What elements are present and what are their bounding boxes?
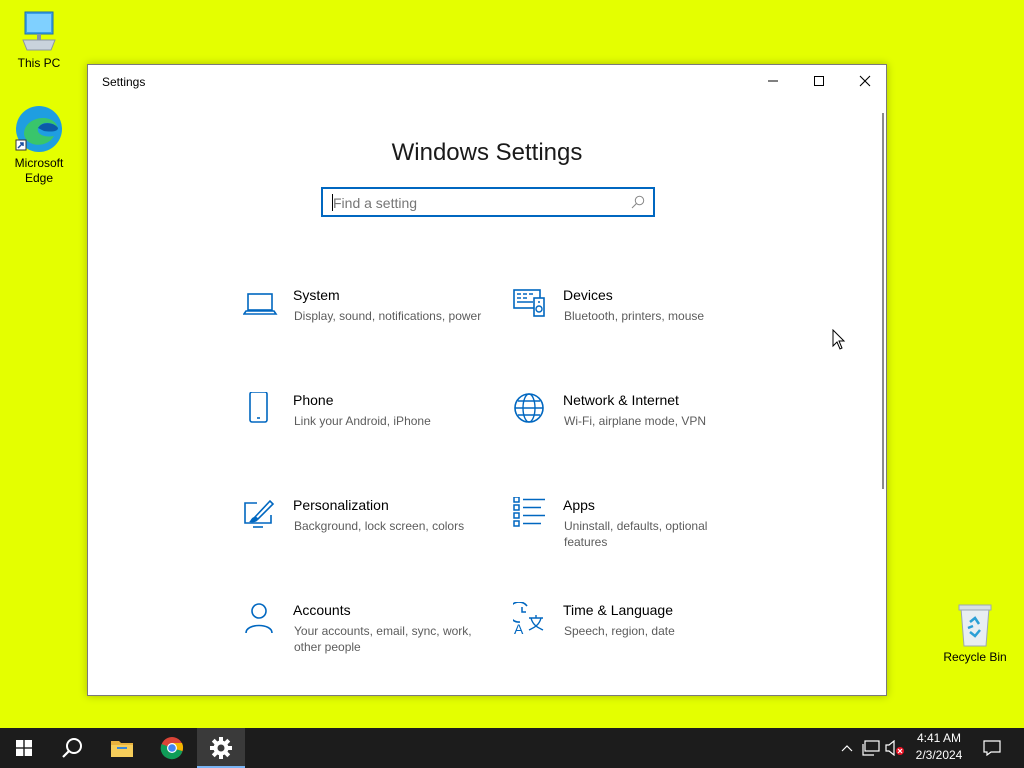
svg-text:A: A [514, 621, 524, 637]
minimize-icon [768, 80, 778, 82]
phone-icon [249, 392, 268, 423]
title-bar[interactable]: Settings [88, 65, 886, 99]
tile-title: Phone [293, 392, 334, 408]
person-icon [245, 603, 273, 634]
search-input[interactable] [331, 193, 625, 213]
clock-time: 4:41 AM [916, 731, 962, 745]
tile-description: Your accounts, email, sync, work, other … [294, 624, 472, 654]
tray-network-button[interactable] [860, 728, 882, 768]
tile-apps[interactable]: Apps Uninstall, defaults, optional featu… [513, 497, 753, 567]
paint-icon [244, 499, 275, 528]
chevron-up-icon [841, 745, 853, 752]
notification-icon [983, 740, 1001, 756]
close-icon [859, 75, 871, 87]
tile-accounts[interactable]: Accounts Your accounts, email, sync, wor… [243, 602, 483, 672]
window-title: Settings [102, 75, 146, 89]
tile-title: Apps [563, 497, 595, 513]
network-wired-icon [862, 740, 880, 756]
tile-description: Background, lock screen, colors [294, 519, 465, 533]
apps-list-icon [513, 497, 545, 527]
text-caret [332, 194, 333, 211]
tray-overflow-button[interactable] [838, 728, 856, 768]
globe-icon [514, 393, 544, 423]
page-title: Windows Settings [391, 139, 583, 167]
taskbar-file-explorer[interactable] [98, 728, 146, 768]
tile-title: System [293, 287, 340, 303]
tile-title: Time & Language [563, 602, 673, 618]
tile-title: Devices [563, 287, 613, 303]
tile-description: Link your Android, iPhone [294, 414, 431, 428]
desktop-icon-label: Microsoft Edge [14, 156, 64, 185]
desktop-icon-edge[interactable]: Microsoft Edge [4, 104, 74, 186]
start-button[interactable] [0, 728, 48, 768]
search-icon [631, 195, 645, 209]
taskbar-search-button[interactable] [48, 728, 96, 768]
file-explorer-icon [111, 741, 133, 757]
tile-devices[interactable]: Devices Bluetooth, printers, mouse [513, 287, 753, 357]
clock-date: 2/3/2024 [915, 748, 963, 762]
edge-icon [15, 106, 62, 152]
settings-gear-icon [210, 737, 232, 759]
recycle-bin-icon [958, 604, 992, 647]
taskbar-settings[interactable] [197, 728, 245, 768]
tile-network[interactable]: Network & Internet Wi-Fi, airplane mode,… [513, 392, 753, 462]
tile-description: Display, sound, notifications, power [294, 309, 482, 323]
desktop-icon-recycle-bin[interactable]: Recycle Bin [940, 602, 1010, 665]
laptop-icon [243, 293, 278, 315]
this-pc-icon [22, 11, 56, 51]
close-button[interactable] [842, 65, 888, 97]
desktop-icon-label: Recycle Bin [943, 650, 1007, 664]
action-center-button[interactable] [976, 728, 1008, 768]
mouse-cursor-icon [832, 329, 846, 350]
taskbar-chrome[interactable] [148, 728, 196, 768]
tile-description: Wi-Fi, airplane mode, VPN [564, 414, 707, 428]
tile-description: Uninstall, defaults, optional features [564, 519, 708, 549]
tile-personalization[interactable]: Personalization Background, lock screen,… [243, 497, 483, 567]
search-icon [62, 738, 82, 758]
tray-volume-button[interactable] [884, 728, 906, 768]
maximize-icon [814, 76, 824, 86]
desktop-icon-label: This PC [17, 56, 61, 70]
settings-window: Settings Windows Settings System Display… [87, 64, 887, 696]
start-icon [16, 740, 32, 756]
tile-phone[interactable]: Phone Link your Android, iPhone [243, 392, 483, 462]
search-box[interactable] [321, 187, 655, 217]
tile-title: Accounts [293, 602, 351, 618]
tile-title: Network & Internet [563, 392, 679, 408]
chrome-icon [160, 737, 184, 760]
tile-description: Speech, region, date [564, 624, 675, 638]
taskbar: 4:41 AM 2/3/2024 [0, 728, 1024, 768]
tile-time-language[interactable]: A Time & Language Speech, region, date [513, 602, 753, 672]
desktop-icon-this-pc[interactable]: This PC [4, 10, 74, 71]
taskbar-clock[interactable]: 4:41 AM 2/3/2024 [906, 730, 972, 764]
scrollbar[interactable] [882, 113, 884, 489]
devices-icon [513, 289, 545, 317]
maximize-button[interactable] [796, 65, 842, 97]
tile-description: Bluetooth, printers, mouse [564, 309, 705, 323]
minimize-button[interactable] [750, 65, 796, 97]
tile-system[interactable]: System Display, sound, notifications, po… [243, 287, 483, 357]
time-language-icon: A [513, 602, 544, 637]
volume-muted-icon [885, 740, 904, 756]
tile-title: Personalization [293, 497, 389, 513]
